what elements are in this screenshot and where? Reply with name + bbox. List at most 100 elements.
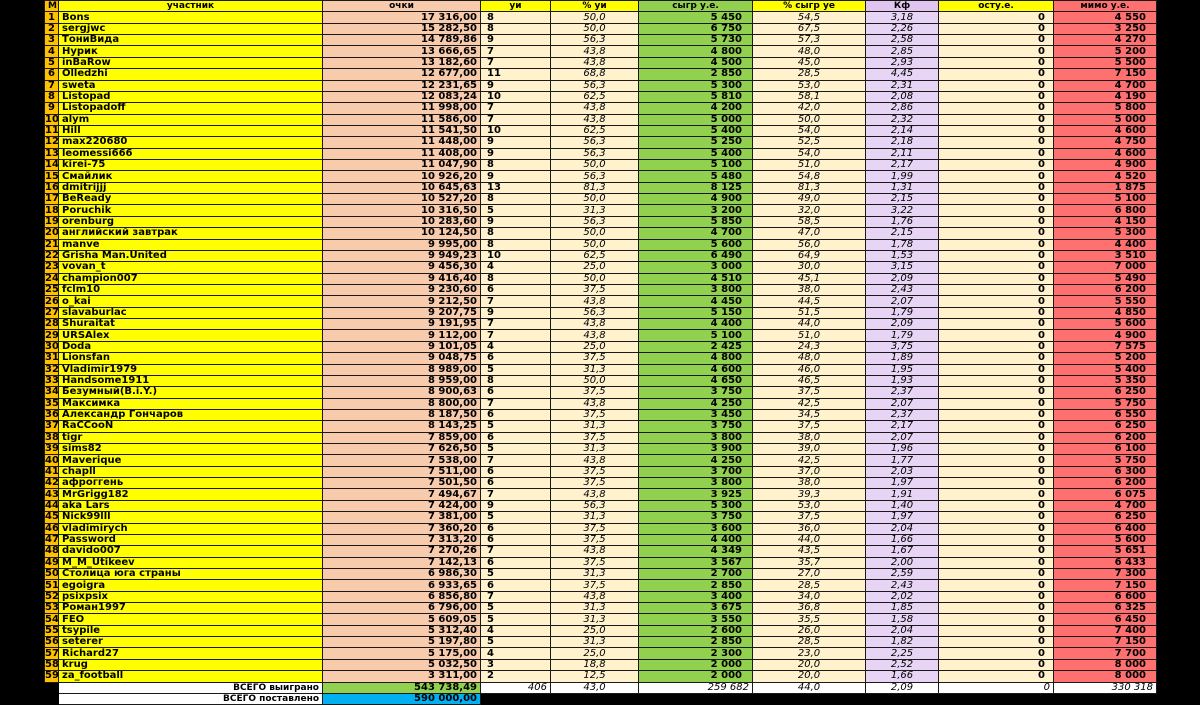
played-cell[interactable]: 4 400	[638, 318, 753, 331]
played-cell[interactable]: 4 800	[638, 352, 753, 365]
guessed-cell[interactable]: 5	[480, 602, 551, 615]
table-row[interactable]: 25 fclm10 9 230,60 6 37,5 3 800 38,0 2,43 0 6 200	[44, 283, 1157, 297]
guessed-cell[interactable]: 7	[480, 318, 551, 331]
guessed-cell[interactable]: 13	[480, 181, 551, 195]
participant-cell[interactable]: sims82	[58, 442, 323, 456]
kf-cell[interactable]: 2,03	[865, 465, 939, 479]
remainder-cell[interactable]: 0	[938, 522, 1054, 535]
remainder-cell[interactable]: 0	[938, 590, 1054, 604]
guessed-cell[interactable]: 6	[480, 477, 551, 490]
rank-cell[interactable]: 41	[44, 465, 59, 479]
table-row[interactable]: 36 Александр Гончаров 8 187,50 6 37,5 3 450 34…	[44, 408, 1157, 422]
missed-cell[interactable]: 6 200	[1053, 431, 1157, 445]
missed-cell[interactable]: 6 300	[1053, 465, 1157, 479]
pct-guessed-cell[interactable]: 37,5	[550, 431, 639, 445]
pct-played-cell[interactable]: 38,0	[752, 283, 866, 297]
remainder-cell[interactable]: 0	[938, 34, 1054, 47]
kf-cell[interactable]: 2,09	[865, 272, 939, 286]
pct-guessed-cell[interactable]: 50,0	[550, 227, 639, 240]
guessed-cell[interactable]: 6	[480, 533, 551, 547]
points-cell[interactable]: 7 313,20	[322, 533, 481, 547]
guessed-cell[interactable]: 9	[480, 34, 551, 47]
missed-cell[interactable]: 6 400	[1053, 522, 1157, 535]
pct-played-cell[interactable]: 48,0	[752, 352, 866, 365]
participant-cell[interactable]: ТониВида	[58, 34, 323, 47]
rank-cell[interactable]: 52	[44, 590, 59, 604]
totals-remainder[interactable]: 0	[938, 681, 1054, 694]
points-cell[interactable]: 6 856,80	[322, 590, 481, 604]
pct-played-cell[interactable]: 42,5	[752, 397, 866, 410]
points-cell[interactable]: 12 231,65	[322, 79, 481, 92]
rank-cell[interactable]: 35	[44, 397, 59, 410]
table-row[interactable]: 15 Смайлик 10 926,20 9 56,3 5 480 54,8 1,99 0 4 5…	[44, 170, 1157, 183]
played-cell[interactable]: 5 600	[638, 238, 753, 251]
remainder-cell[interactable]: 0	[938, 68, 1054, 81]
kf-cell[interactable]: 1,53	[865, 249, 939, 263]
pct-played-cell[interactable]: 45,0	[752, 56, 866, 70]
participant-cell[interactable]: orenburg	[58, 215, 323, 229]
table-row[interactable]: 50 Столица юга страны 6 986,30 5 31,3 2 700 27…	[44, 567, 1157, 581]
guessed-cell[interactable]: 7	[480, 295, 551, 308]
table-row[interactable]: 3 ТониВида 14 789,86 9 56,3 5 730 57,3 2,58 0 4 2…	[44, 34, 1157, 47]
table-row[interactable]: 40 Maverique 7 538,00 7 43,8 4 250 42,5 1,77 0 5 …	[44, 454, 1157, 467]
missed-cell[interactable]: 3 250	[1053, 22, 1157, 36]
played-cell[interactable]: 3 675	[638, 602, 753, 615]
played-cell[interactable]: 5 250	[638, 136, 753, 149]
played-cell[interactable]: 3 200	[638, 204, 753, 217]
missed-cell[interactable]: 7 700	[1053, 647, 1157, 660]
missed-cell[interactable]: 5 400	[1053, 363, 1157, 376]
played-cell[interactable]: 2 850	[638, 68, 753, 81]
participant-cell[interactable]: Bons	[58, 11, 323, 24]
played-cell[interactable]: 8 125	[638, 181, 753, 195]
kf-cell[interactable]: 1,97	[865, 477, 939, 490]
rank-cell[interactable]: 55	[44, 624, 59, 638]
played-cell[interactable]: 5 450	[638, 11, 753, 24]
participant-cell[interactable]: Grisha Man.United	[58, 249, 323, 263]
remainder-cell[interactable]: 0	[938, 170, 1054, 183]
guessed-cell[interactable]: 8	[480, 193, 551, 206]
participant-cell[interactable]: slavaburlac	[58, 306, 323, 320]
pct-guessed-cell[interactable]: 56,3	[550, 170, 639, 183]
guessed-cell[interactable]: 8	[480, 227, 551, 240]
played-cell[interactable]: 4 800	[638, 45, 753, 58]
header-remainder[interactable]: осту.е.	[938, 0, 1054, 13]
guessed-cell[interactable]: 9	[480, 306, 551, 320]
pct-played-cell[interactable]: 54,0	[752, 124, 866, 138]
points-cell[interactable]: 10 124,50	[322, 227, 481, 240]
participant-cell[interactable]: Handsome1911	[58, 374, 323, 388]
table-row[interactable]: 5 inBaRow 13 182,60 7 43,8 4 500 45,0 2,93 0 5 50…	[44, 56, 1157, 70]
pct-played-cell[interactable]: 54,0	[752, 147, 866, 161]
rank-cell[interactable]: 21	[44, 238, 59, 251]
kf-cell[interactable]: 1,66	[865, 670, 939, 683]
guessed-cell[interactable]: 8	[480, 159, 551, 172]
pct-played-cell[interactable]: 37,5	[752, 386, 866, 399]
pct-guessed-cell[interactable]: 31,3	[550, 204, 639, 217]
pct-played-cell[interactable]: 46,5	[752, 374, 866, 388]
remainder-cell[interactable]: 0	[938, 136, 1054, 149]
kf-cell[interactable]: 2,37	[865, 386, 939, 399]
pct-guessed-cell[interactable]: 31,3	[550, 363, 639, 376]
kf-cell[interactable]: 1,76	[865, 215, 939, 229]
participant-cell[interactable]: fclm10	[58, 283, 323, 297]
missed-cell[interactable]: 6 450	[1053, 613, 1157, 626]
participant-cell[interactable]: alym	[58, 113, 323, 126]
pct-played-cell[interactable]: 47,0	[752, 227, 866, 240]
header-pct-played[interactable]: % сыгр уе	[752, 0, 866, 13]
pct-guessed-cell[interactable]: 50,0	[550, 238, 639, 251]
table-row[interactable]: 23 vovan_t 9 456,30 4 25,0 3 000 30,0 3,15 0 7 00…	[44, 261, 1157, 274]
pct-guessed-cell[interactable]: 50,0	[550, 374, 639, 388]
guessed-cell[interactable]: 9	[480, 499, 551, 513]
remainder-cell[interactable]: 0	[938, 477, 1054, 490]
pct-guessed-cell[interactable]: 43,8	[550, 45, 639, 58]
pct-played-cell[interactable]: 28,5	[752, 636, 866, 649]
missed-cell[interactable]: 6 075	[1053, 488, 1157, 501]
points-cell[interactable]: 7 381,00	[322, 511, 481, 524]
pct-played-cell[interactable]: 51,0	[752, 329, 866, 342]
pct-played-cell[interactable]: 49,0	[752, 193, 866, 206]
rank-cell[interactable]: 19	[44, 215, 59, 229]
played-cell[interactable]: 2 000	[638, 658, 753, 672]
rank-cell[interactable]: 14	[44, 159, 59, 172]
points-cell[interactable]: 7 360,20	[322, 522, 481, 535]
pct-played-cell[interactable]: 54,5	[752, 11, 866, 24]
guessed-cell[interactable]: 4	[480, 261, 551, 274]
